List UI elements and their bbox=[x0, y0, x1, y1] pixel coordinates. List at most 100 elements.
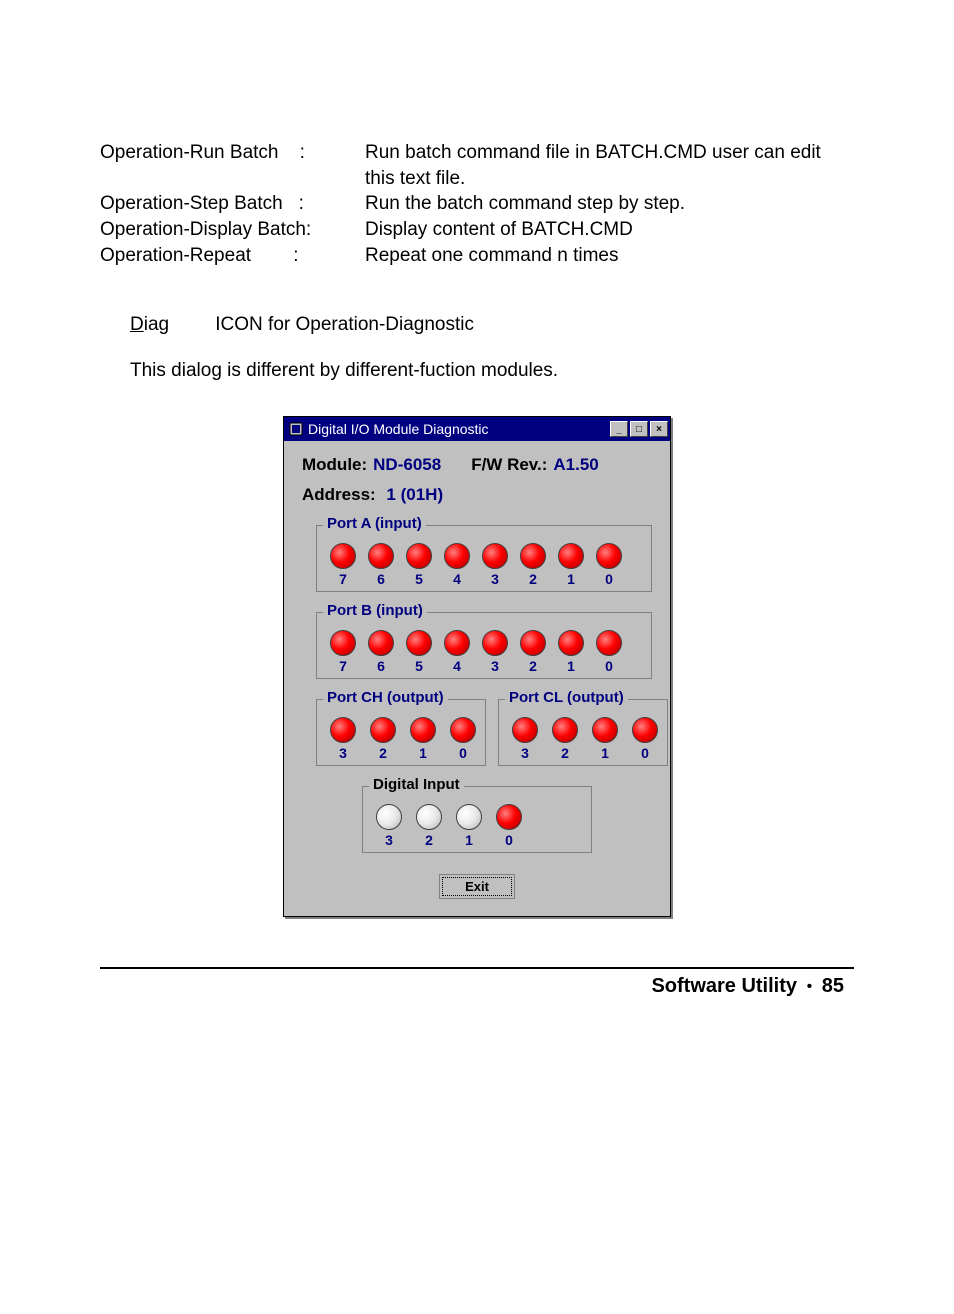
led-bit: 0 bbox=[595, 543, 623, 587]
led-bit: 1 bbox=[591, 717, 619, 761]
led-bit: 1 bbox=[557, 543, 585, 587]
maximize-button[interactable]: □ bbox=[630, 421, 648, 437]
led-number: 2 bbox=[379, 745, 387, 761]
window-body: Module: ND-6058 F/W Rev.: A1.50 Address:… bbox=[284, 441, 670, 916]
module-label: Module: bbox=[302, 455, 367, 475]
led-icon bbox=[520, 543, 546, 569]
led-icon bbox=[368, 543, 394, 569]
led-bit: 3 bbox=[481, 630, 509, 674]
led-number: 1 bbox=[419, 745, 427, 761]
led-number: 0 bbox=[605, 658, 613, 674]
led-number: 7 bbox=[339, 658, 347, 674]
led-number: 5 bbox=[415, 658, 423, 674]
fw-label: F/W Rev.: bbox=[471, 455, 547, 475]
led-bit: 4 bbox=[443, 630, 471, 674]
led-number: 2 bbox=[561, 745, 569, 761]
led-icon[interactable] bbox=[450, 717, 476, 743]
op-desc: Repeat one command n times bbox=[365, 243, 854, 269]
op-name: Operation-Run Batch bbox=[100, 142, 279, 163]
led-icon bbox=[444, 630, 470, 656]
op-row: Operation-Step Batch : Run the batch com… bbox=[100, 191, 854, 217]
led-icon[interactable] bbox=[410, 717, 436, 743]
port-b-leds: 7 6 5 4 3 2 1 0 bbox=[325, 630, 643, 674]
led-bit: 7 bbox=[329, 630, 357, 674]
digital-input-leds: 3 2 1 0 bbox=[371, 804, 583, 848]
led-icon bbox=[482, 630, 508, 656]
exit-button[interactable]: Exit bbox=[442, 877, 512, 896]
diag-description: This dialog is different by different-fu… bbox=[130, 360, 854, 382]
led-bit: 0 bbox=[631, 717, 659, 761]
led-icon bbox=[444, 543, 470, 569]
led-number: 1 bbox=[601, 745, 609, 761]
led-number: 0 bbox=[605, 571, 613, 587]
fw-value: A1.50 bbox=[553, 455, 598, 475]
led-bit: 0 bbox=[449, 717, 477, 761]
port-cl-group: Port CL (output) 3210 bbox=[498, 699, 668, 766]
led-number: 1 bbox=[465, 832, 473, 848]
led-bit: 2 bbox=[519, 543, 547, 587]
led-icon bbox=[406, 630, 432, 656]
led-icon[interactable] bbox=[632, 717, 658, 743]
op-row: Operation-Repeat : Repeat one command n … bbox=[100, 243, 854, 269]
footer-rule bbox=[100, 967, 854, 969]
led-number: 2 bbox=[529, 571, 537, 587]
led-icon[interactable] bbox=[552, 717, 578, 743]
led-number: 1 bbox=[567, 658, 575, 674]
led-icon bbox=[596, 630, 622, 656]
led-icon[interactable] bbox=[370, 717, 396, 743]
module-row: Module: ND-6058 F/W Rev.: A1.50 bbox=[302, 455, 652, 475]
led-number: 7 bbox=[339, 571, 347, 587]
led-bit: 6 bbox=[367, 630, 395, 674]
led-number: 5 bbox=[415, 571, 423, 587]
close-button[interactable]: × bbox=[650, 421, 668, 437]
led-icon bbox=[416, 804, 442, 830]
titlebar[interactable]: Digital I/O Module Diagnostic _ □ × bbox=[284, 417, 670, 441]
led-bit: 6 bbox=[367, 543, 395, 587]
led-number: 6 bbox=[377, 658, 385, 674]
module-value: ND-6058 bbox=[373, 455, 441, 475]
page-footer: Software Utility • 85 bbox=[100, 975, 854, 998]
led-number: 4 bbox=[453, 571, 461, 587]
led-icon[interactable] bbox=[592, 717, 618, 743]
led-bit: 3 bbox=[375, 804, 403, 848]
document-page: Operation-Run Batch : Run batch command … bbox=[0, 0, 954, 1038]
footer-title: Software Utility bbox=[651, 975, 797, 997]
port-cl-legend: Port CL (output) bbox=[505, 689, 628, 706]
led-bit: 2 bbox=[519, 630, 547, 674]
led-number: 3 bbox=[491, 658, 499, 674]
op-name: Operation-Step Batch bbox=[100, 193, 283, 214]
port-ch-legend: Port CH (output) bbox=[323, 689, 448, 706]
port-b-group: Port B (input) 76543210 bbox=[316, 612, 652, 679]
operations-list: Operation-Run Batch : Run batch command … bbox=[100, 140, 854, 268]
led-number: 2 bbox=[529, 658, 537, 674]
led-icon bbox=[330, 630, 356, 656]
port-cl-leds: 3210 bbox=[507, 717, 659, 761]
led-icon bbox=[496, 804, 522, 830]
led-number: 0 bbox=[641, 745, 649, 761]
digital-input-legend: Digital Input bbox=[369, 776, 464, 793]
port-a-group: Port A (input) 76543210 bbox=[316, 525, 652, 592]
footer-bullet: • bbox=[803, 978, 817, 995]
op-desc: Run batch command file in BATCH.CMD user… bbox=[365, 140, 854, 191]
led-icon bbox=[406, 543, 432, 569]
led-icon[interactable] bbox=[512, 717, 538, 743]
led-bit: 2 bbox=[415, 804, 443, 848]
minimize-button[interactable]: _ bbox=[610, 421, 628, 437]
led-bit: 5 bbox=[405, 543, 433, 587]
led-bit: 2 bbox=[369, 717, 397, 761]
led-bit: 0 bbox=[495, 804, 523, 848]
port-a-legend: Port A (input) bbox=[323, 515, 426, 532]
led-number: 3 bbox=[385, 832, 393, 848]
port-ch-group: Port CH (output) 3210 bbox=[316, 699, 486, 766]
led-bit: 1 bbox=[557, 630, 585, 674]
led-number: 4 bbox=[453, 658, 461, 674]
led-icon bbox=[520, 630, 546, 656]
led-number: 6 bbox=[377, 571, 385, 587]
port-b-legend: Port B (input) bbox=[323, 602, 427, 619]
led-bit: 1 bbox=[409, 717, 437, 761]
address-label: Address: bbox=[302, 485, 376, 504]
led-icon bbox=[482, 543, 508, 569]
led-icon[interactable] bbox=[330, 717, 356, 743]
led-number: 3 bbox=[491, 571, 499, 587]
digital-input-group: Digital Input 3210 bbox=[362, 786, 592, 853]
